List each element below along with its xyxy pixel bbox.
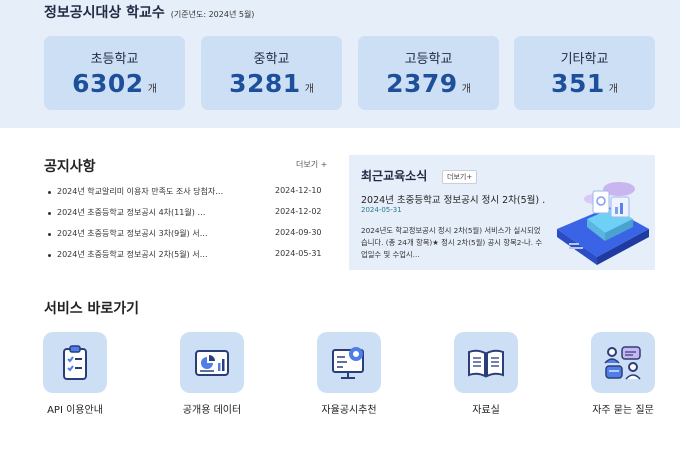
stat-label: 초등학교 xyxy=(90,52,139,67)
notice-item[interactable]: 2024년 초중등학교 정보공시 3차(9월) 서… 2024-09-30 xyxy=(48,228,322,249)
stat-unit: 개 xyxy=(608,84,618,95)
notice-list: 2024년 학교알리미 이용자 만족도 조사 당첨자… 2024-12-10 2… xyxy=(48,186,322,270)
service-label[interactable]: 자율공시추천 xyxy=(304,401,394,416)
stat-card-other[interactable]: 기타학교 351 개 xyxy=(514,36,655,110)
notice-item[interactable]: 2024년 학교알리미 이용자 만족도 조사 당첨자… 2024-12-10 xyxy=(48,186,322,207)
stat-unit: 개 xyxy=(147,84,157,95)
service-faq[interactable]: 자주 묻는 질문 xyxy=(578,332,668,416)
open-book-icon xyxy=(468,349,504,378)
svc-icon-box[interactable] xyxy=(591,332,655,393)
service-label[interactable]: API 이용안내 xyxy=(30,401,120,416)
service-open-data[interactable]: 공개용 데이터 xyxy=(167,332,257,416)
svc-icon-box[interactable] xyxy=(43,332,107,393)
news-headline[interactable]: 2024년 초중등학교 정보공시 정시 2차(5월) … xyxy=(361,192,546,206)
notice-item[interactable]: 2024년 초중등학교 정보공시 2차(5월) 서… 2024-05-31 xyxy=(48,249,322,270)
stat-card-high[interactable]: 고등학교 2379 개 xyxy=(358,36,499,110)
stat-card-elementary[interactable]: 초등학교 6302 개 xyxy=(44,36,185,110)
stat-value: 2379 xyxy=(386,69,458,98)
stats-title-text: 정보공시대상 학교수 xyxy=(44,5,165,21)
stat-value: 351 xyxy=(551,69,605,98)
stat-label: 기타학교 xyxy=(560,52,609,67)
stat-value: 3281 xyxy=(229,69,301,98)
notice-text[interactable]: 2024년 학교알리미 이용자 만족도 조사 당첨자… xyxy=(57,186,227,197)
news-body[interactable]: 2024년도 학교정보공시 정시 2차(5월) 서비스가 실시되었습니다. (총… xyxy=(361,225,547,261)
services-title: 서비스 바로가기 xyxy=(44,301,140,317)
service-library[interactable]: 자료실 xyxy=(441,332,531,416)
people-chat-icon xyxy=(604,346,641,380)
svc-icon-box[interactable] xyxy=(180,332,244,393)
news-more-button[interactable]: 더보기+ xyxy=(442,170,478,184)
svc-icon-box[interactable] xyxy=(454,332,518,393)
stats-title: 정보공시대상 학교수 (기준년도: 2024년 5월) xyxy=(44,2,254,22)
news-date: 2024-05-31 xyxy=(361,206,402,214)
svc-icon-box[interactable] xyxy=(317,332,381,393)
clipboard-checklist-icon xyxy=(63,345,87,380)
stats-subtitle: (기준년도: 2024년 5월) xyxy=(170,10,255,19)
notice-text[interactable]: 2024년 초중등학교 정보공시 3차(9월) 서… xyxy=(57,228,227,239)
chart-report-icon xyxy=(195,350,229,376)
notice-date: 2024-05-31 xyxy=(275,249,322,258)
bullet-icon xyxy=(48,233,51,236)
stat-unit: 개 xyxy=(461,84,471,95)
service-voluntary-disclosure[interactable]: 자율공시추천 xyxy=(304,332,394,416)
notice-date: 2024-09-30 xyxy=(275,228,322,237)
service-label[interactable]: 자주 묻는 질문 xyxy=(578,401,668,416)
notice-date: 2024-12-10 xyxy=(275,186,322,195)
service-label[interactable]: 공개용 데이터 xyxy=(167,401,257,416)
notice-date: 2024-12-02 xyxy=(275,207,322,216)
notice-text[interactable]: 2024년 초중등학교 정보공시 4차(11월) … xyxy=(57,207,227,218)
stat-card-middle[interactable]: 중학교 3281 개 xyxy=(201,36,342,110)
stat-unit: 개 xyxy=(304,84,314,95)
school-stats-section: 정보공시대상 학교수 (기준년도: 2024년 5월) 초등학교 6302 개 중학… xyxy=(0,0,680,128)
data-platform-illustration-icon xyxy=(557,182,649,265)
education-news-card: 최근교육소식 더보기+ 2024년 초중등학교 정보공시 정시 2차(5월) …… xyxy=(349,155,655,270)
notice-more-link[interactable]: 더보기 + xyxy=(296,159,327,170)
service-api-guide[interactable]: API 이용안내 xyxy=(30,332,120,416)
service-label[interactable]: 자료실 xyxy=(441,401,531,416)
stat-label: 고등학교 xyxy=(404,52,453,67)
notice-title: 공지사항 xyxy=(44,159,96,175)
bullet-icon xyxy=(48,191,51,194)
stat-label: 중학교 xyxy=(253,52,290,67)
stat-value: 6302 xyxy=(72,69,144,98)
bullet-icon xyxy=(48,254,51,257)
notice-item[interactable]: 2024년 초중등학교 정보공시 4차(11월) … 2024-12-02 xyxy=(48,207,322,228)
notice-text[interactable]: 2024년 초중등학교 정보공시 2차(5월) 서… xyxy=(57,249,227,260)
bullet-icon xyxy=(48,212,51,215)
monitor-chart-icon xyxy=(332,347,364,379)
news-title: 최근교육소식 xyxy=(361,169,428,183)
